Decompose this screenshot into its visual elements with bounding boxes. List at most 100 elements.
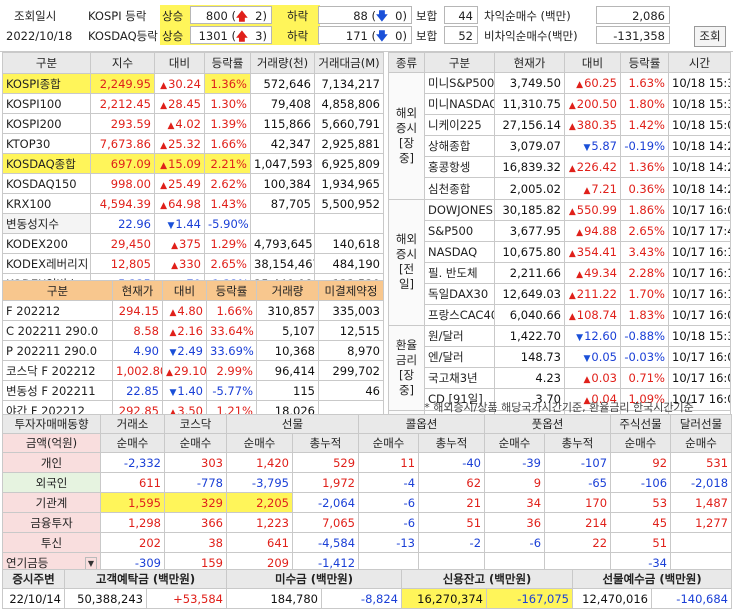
table-row[interactable]: 환율 금리 [장중]원/달러1,422.7012.60-0.88%10/18 1… bbox=[388, 325, 731, 411]
investor-value: -6 bbox=[358, 512, 420, 533]
table-row[interactable]: KOSPI종합2,249.9530.241.36%572,6467,134,21… bbox=[2, 73, 384, 94]
table-row[interactable]: P 202211 290.04.902.4933.69%10,3688,970 bbox=[2, 340, 384, 361]
table-row[interactable]: F 202212294.154.801.66%310,857335,003 bbox=[2, 300, 384, 321]
table-row[interactable]: 니케이22527,156.14380.351.42%10/18 15:00 bbox=[389, 114, 731, 137]
deriv-name[interactable]: 변동성 F 202211 bbox=[2, 380, 113, 401]
investor-value: 1,595 bbox=[100, 492, 165, 513]
instrument-name[interactable]: 심천종합 bbox=[424, 177, 495, 200]
kosdaq-down-label: 하락 bbox=[287, 29, 309, 43]
table-row[interactable]: KODEX레버리지12,8053302.65%38,154,467484,190 bbox=[2, 253, 384, 274]
table-row[interactable]: 독일DAX3012,649.03211.221.70%10/17 16:15 bbox=[389, 282, 731, 306]
investor-name[interactable]: 개인 bbox=[2, 452, 101, 473]
instrument-name[interactable]: 원/달러 bbox=[424, 325, 495, 348]
table-row[interactable]: 상해종합3,079.075.87-0.19%10/18 14:29 bbox=[389, 135, 731, 158]
table-row[interactable]: KOSDAQ종합697.0915.092.21%1,047,5936,925,8… bbox=[2, 153, 384, 174]
table-row[interactable]: 변동성지수22.961.44-5.90% bbox=[2, 213, 384, 234]
kospi-flat-label: 보합 bbox=[416, 9, 438, 23]
investor-name[interactable]: 기관계 bbox=[2, 492, 101, 513]
table-row[interactable]: NASDAQ10,675.80354.413.43%10/17 16:15 bbox=[389, 240, 731, 263]
index-name[interactable]: KODEX레버리지 bbox=[2, 253, 91, 274]
table-row[interactable]: 기관계 1,595 329 2,205 -2,064 -6 21 34 170 53 1,487 bbox=[2, 492, 733, 513]
instrument-name[interactable]: 프랑스CAC40 bbox=[424, 304, 495, 327]
deriv-name[interactable]: C 202211 290.0 bbox=[2, 320, 113, 341]
index-name[interactable]: KOSDAQ종합 bbox=[2, 153, 91, 174]
table-row[interactable]: 미니NASDAQ11,310.75200.501.80%10/18 15:34 bbox=[389, 93, 731, 116]
index-name[interactable]: KTOP30 bbox=[2, 133, 91, 154]
deriv-name[interactable]: F 202212 bbox=[2, 300, 113, 321]
instrument-name[interactable]: 필. 반도체 bbox=[424, 261, 495, 284]
table-row[interactable]: KRX1004,594.3964.981.43%87,7055,500,952 bbox=[2, 193, 384, 214]
query-button[interactable]: 조회 bbox=[694, 26, 726, 47]
index-name[interactable]: KOSPI종합 bbox=[2, 73, 91, 94]
table-row[interactable]: KTOP307,673.8625.321.66%42,3472,925,881 bbox=[2, 133, 384, 154]
instrument-name[interactable]: 미니NASDAQ bbox=[424, 93, 495, 116]
col-header: 선물예수금 (백만원) bbox=[572, 569, 733, 589]
investor-value: -4,584 bbox=[291, 532, 360, 553]
table-row[interactable]: 해외 증시 [전일]DOWJONES30,185.82550.991.86%10… bbox=[388, 198, 731, 327]
table-row[interactable]: 필. 반도체2,211.6649.342.28%10/17 16:15 bbox=[389, 261, 731, 284]
table-row[interactable]: KOSPI1002,212.4528.451.30%79,4084,858,80… bbox=[2, 93, 384, 114]
group-label: 환율 금리 [장중] bbox=[388, 325, 425, 411]
instrument-change-pct: 2.28% bbox=[620, 261, 669, 284]
table-row[interactable]: 투신 202 38 641 -4,584 -13 -2 -6 22 51 bbox=[2, 532, 733, 553]
investor-value: 51 bbox=[418, 512, 486, 533]
table-row[interactable]: 홍콩항셍16,839.32226.421.36%10/18 14:29 bbox=[389, 156, 731, 179]
instrument-name[interactable]: DOWJONES bbox=[424, 198, 495, 221]
deriv-name[interactable]: P 202211 290.0 bbox=[2, 340, 113, 361]
query-date[interactable]: 2022/10/18 bbox=[6, 27, 76, 45]
table-row[interactable]: 코스닥 F 2022121,002.8029.102.99%96,414299,… bbox=[2, 360, 384, 381]
index-name[interactable]: KODEX200 bbox=[2, 233, 91, 254]
investor-name[interactable]: 외국인 bbox=[2, 472, 101, 493]
investor-value: -2,064 bbox=[291, 492, 360, 513]
investor-name[interactable]: 금융투자 bbox=[2, 512, 101, 533]
index-name[interactable]: 변동성지수 bbox=[2, 213, 91, 234]
receivable-value: 184,780 bbox=[226, 588, 322, 609]
index-name[interactable]: KOSDAQ150 bbox=[2, 173, 91, 194]
table-row[interactable]: KOSPI200293.594.021.39%115,8665,660,791 bbox=[2, 113, 384, 134]
col-header: 순매수 bbox=[100, 433, 165, 453]
index-value: 2,249.95 bbox=[90, 73, 155, 94]
table-row[interactable]: 외국인 611 -778 -3,795 1,972 -4 62 9 -65 -106 -2,018 bbox=[2, 472, 733, 493]
investor-value bbox=[670, 532, 733, 553]
investor-value: -106 bbox=[610, 472, 672, 493]
instrument-name[interactable]: 미니S&P500 bbox=[424, 71, 495, 95]
kospi-up-label: 상승 bbox=[162, 9, 184, 23]
investor-value: 2,205 bbox=[226, 492, 293, 513]
table-row[interactable]: 엔/달러148.730.05-0.03%10/17 16:00 bbox=[389, 346, 731, 369]
index-volume: 115,866 bbox=[250, 113, 315, 134]
table-row[interactable]: 국고채3년4.230.030.71%10/17 16:00 bbox=[389, 367, 731, 390]
table-row[interactable]: 프랑스CAC406,040.66108.741.83%10/17 16:00 bbox=[389, 304, 731, 327]
instrument-name[interactable]: S&P500 bbox=[424, 219, 495, 242]
col-group-header: 선물 bbox=[225, 414, 360, 434]
deriv-change-pct: 2.99% bbox=[206, 360, 257, 381]
table-row[interactable]: S&P5003,677.9594.882.65%10/17 17:44 bbox=[389, 219, 731, 242]
table-row[interactable]: 심천종합2,005.027.210.36%10/18 14:29 bbox=[389, 177, 731, 200]
table-row[interactable]: C 202211 290.08.582.1633.64%5,10712,515 bbox=[2, 320, 384, 341]
investor-flow-table: 투자자매매동향 거래소 코스닥 선물 콜옵션 풋옵션 주식선물 달러선물 금액(억원) 순매수 순매… bbox=[2, 414, 733, 573]
group-label: 해외 증시 [전일] bbox=[388, 198, 425, 327]
instrument-name[interactable]: 독일DAX30 bbox=[424, 282, 495, 306]
table-row[interactable]: 해외 증시 [장중]미니S&P5003,749.5060.251.63%10/1… bbox=[388, 71, 731, 200]
instrument-change: 380.35 bbox=[564, 114, 621, 137]
instrument-name[interactable]: 엔/달러 bbox=[424, 346, 495, 369]
deriv-name[interactable]: 코스닥 F 202212 bbox=[2, 360, 113, 381]
instrument-time: 10/17 16:00 bbox=[668, 346, 731, 369]
table-row[interactable]: 금융투자 1,298 366 1,223 7,065 -6 51 36 214 45 1,277 bbox=[2, 512, 733, 533]
table-row[interactable]: KOSDAQ150998.0025.492.62%100,3841,934,96… bbox=[2, 173, 384, 194]
index-name[interactable]: KOSPI200 bbox=[2, 113, 91, 134]
instrument-name[interactable]: 상해종합 bbox=[424, 135, 495, 158]
index-name[interactable]: KOSPI100 bbox=[2, 93, 91, 114]
table-row[interactable]: 변동성 F 20221122.851.40-5.77%11546 bbox=[2, 380, 384, 401]
instrument-name[interactable]: 니케이225 bbox=[424, 114, 495, 137]
index-amount: 5,660,791 bbox=[314, 113, 384, 134]
investor-name[interactable]: 투신 bbox=[2, 532, 101, 553]
instrument-name[interactable]: 홍콩항셍 bbox=[424, 156, 495, 179]
table-row[interactable]: 개인 -2,332 303 1,420 529 11 -40 -39 -107 92 531 bbox=[2, 452, 733, 473]
kospi-down-count: 88 bbox=[353, 9, 368, 23]
table-row[interactable]: KODEX20029,4503751.29%4,793,645140,618 bbox=[2, 233, 384, 254]
index-name[interactable]: KRX100 bbox=[2, 193, 91, 214]
instrument-name[interactable]: NASDAQ bbox=[424, 240, 495, 263]
index-volume: 79,408 bbox=[250, 93, 315, 114]
instrument-name[interactable]: 국고채3년 bbox=[424, 367, 495, 390]
instrument-change: 200.50 bbox=[564, 93, 621, 116]
